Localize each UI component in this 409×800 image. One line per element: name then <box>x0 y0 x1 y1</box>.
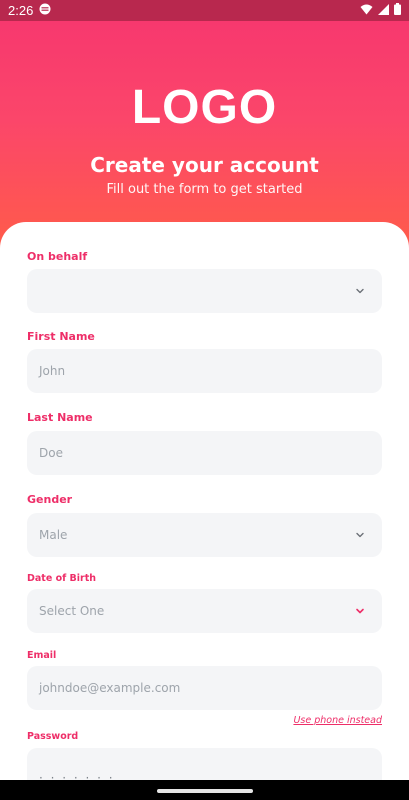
dob-dropdown[interactable]: Select One <box>27 589 382 633</box>
first-name-placeholder: John <box>39 364 66 378</box>
password-input[interactable]: · · · · · · · <box>27 748 382 780</box>
on-behalf-label: On behalf <box>27 250 88 263</box>
dob-label: Date of Birth <box>27 573 97 584</box>
sync-icon <box>39 3 51 18</box>
password-label: Password <box>27 731 79 742</box>
signup-form: On behalf First Name John Last Name Doe … <box>0 222 409 780</box>
email-label: Email <box>27 650 57 661</box>
status-bar: 2:26 <box>0 0 409 21</box>
dob-placeholder: Select One <box>39 604 105 618</box>
email-input[interactable]: johndoe@example.com <box>27 666 382 710</box>
last-name-placeholder: Doe <box>39 446 63 460</box>
on-behalf-dropdown[interactable] <box>27 269 382 313</box>
email-placeholder: johndoe@example.com <box>39 681 181 695</box>
app-logo: LOGO <box>131 81 278 134</box>
page-subtitle: Fill out the form to get started <box>106 182 303 197</box>
navigation-bar <box>0 780 409 800</box>
signal-icon <box>378 3 389 18</box>
use-phone-link[interactable]: Use phone instead <box>293 715 382 726</box>
chevron-down-icon <box>356 532 364 538</box>
status-time: 2:26 <box>8 3 34 18</box>
gender-label: Gender <box>27 493 73 506</box>
first-name-input[interactable]: John <box>27 349 382 393</box>
chevron-down-icon <box>356 288 364 294</box>
screen: 2:26 LOGO Create your account Fill out t… <box>0 0 409 780</box>
gender-value: Male <box>39 528 68 542</box>
last-name-label: Last Name <box>27 411 93 424</box>
last-name-input[interactable]: Doe <box>27 431 382 475</box>
wifi-icon <box>360 4 373 18</box>
gender-dropdown[interactable]: Male <box>27 513 382 557</box>
battery-icon <box>394 3 401 18</box>
password-masked-value: · · · · · · · <box>39 771 115 780</box>
chevron-down-icon <box>356 608 364 614</box>
home-gesture-handle[interactable] <box>157 789 253 793</box>
page-title: Create your account <box>90 153 319 177</box>
first-name-label: First Name <box>27 330 95 343</box>
